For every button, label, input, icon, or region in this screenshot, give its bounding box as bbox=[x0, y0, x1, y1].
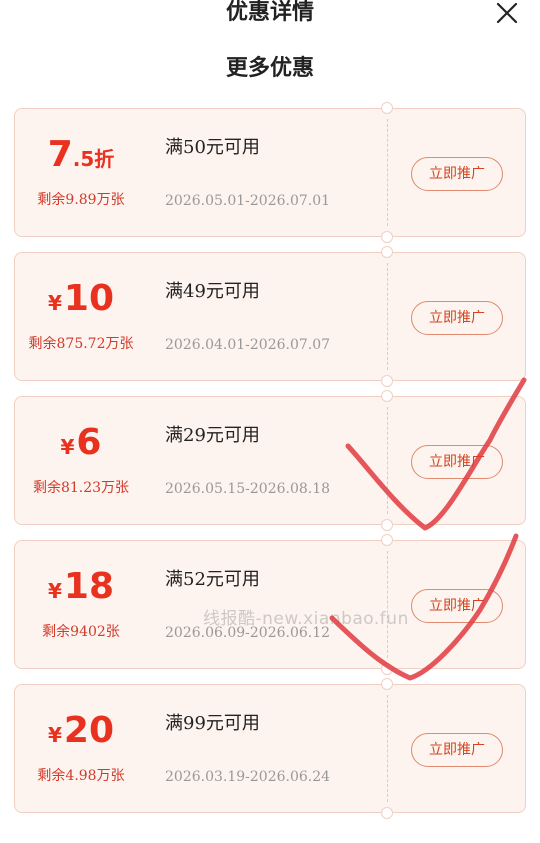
promote-button[interactable]: 立即推广 bbox=[411, 301, 503, 335]
close-button[interactable] bbox=[494, 1, 520, 25]
coupon-value-area: ¥18 剩余9402张 bbox=[15, 541, 147, 668]
watermark-text: 线报酷-new.xianbao.fun bbox=[203, 609, 409, 629]
promote-button[interactable]: 立即推广 bbox=[411, 589, 503, 623]
coupon-notch bbox=[381, 663, 393, 675]
coupon-notch bbox=[381, 807, 393, 819]
coupon-amount: ¥20 bbox=[15, 711, 147, 757]
coupon-value-area: 7.5折 剩余9.89万张 bbox=[15, 109, 147, 236]
promote-button[interactable]: 立即推广 bbox=[411, 733, 503, 767]
coupon-divider bbox=[387, 407, 388, 514]
coupon-notch bbox=[381, 102, 393, 114]
coupon-dates: 2026.05.01-2026.07.01 bbox=[165, 193, 331, 209]
coupon-remaining: 剩余875.72万张 bbox=[28, 336, 134, 352]
coupon-dates: 2026.05.15-2026.08.18 bbox=[165, 481, 331, 497]
coupon-card: ¥6 剩余81.23万张 满29元可用 2026.05.15-2026.08.1… bbox=[14, 390, 526, 531]
currency-symbol: ¥ bbox=[47, 579, 62, 603]
currency-symbol: ¥ bbox=[47, 291, 62, 315]
coupon-amount: ¥6 bbox=[15, 423, 147, 469]
coupon-dates: 2026.03.19-2026.06.24 bbox=[165, 769, 331, 785]
coupon-amount: ¥10 bbox=[15, 279, 147, 325]
coupon-card: ¥10 剩余875.72万张 满49元可用 2026.04.01-2026.07… bbox=[14, 246, 526, 387]
coupon-divider bbox=[387, 263, 388, 370]
coupon-remaining: 剩余9402张 bbox=[42, 624, 120, 640]
coupon-notch bbox=[381, 390, 393, 402]
currency-symbol: ¥ bbox=[47, 723, 62, 747]
coupon-condition: 满49元可用 bbox=[165, 281, 260, 302]
coupon-remaining: 剩余9.89万张 bbox=[37, 192, 125, 208]
coupon-dates: 2026.04.01-2026.07.07 bbox=[165, 337, 331, 353]
coupon-amount: 7.5折 bbox=[15, 135, 147, 181]
coupon-notch bbox=[381, 678, 393, 690]
coupon-amount-main: 18 bbox=[63, 566, 115, 607]
coupon-condition: 满52元可用 bbox=[165, 569, 260, 590]
coupon-amount: ¥18 bbox=[15, 567, 147, 613]
coupon-amount-main: 6 bbox=[76, 422, 102, 463]
coupon-value-area: ¥10 剩余875.72万张 bbox=[15, 253, 147, 380]
section-title: 更多优惠 bbox=[225, 56, 314, 81]
coupon-notch bbox=[381, 231, 393, 243]
coupon-amount-main: 7 bbox=[47, 134, 73, 175]
coupon-notch bbox=[381, 375, 393, 387]
coupon-condition: 满99元可用 bbox=[165, 713, 260, 734]
coupon-condition: 满50元可用 bbox=[165, 137, 260, 158]
close-icon bbox=[496, 2, 518, 24]
coupon-card: 7.5折 剩余9.89万张 满50元可用 2026.05.01-2026.07.… bbox=[14, 102, 526, 243]
coupon-list: 7.5折 剩余9.89万张 满50元可用 2026.05.01-2026.07.… bbox=[14, 102, 526, 828]
coupon-value-area: ¥6 剩余81.23万张 bbox=[15, 397, 147, 524]
coupon-notch bbox=[381, 534, 393, 546]
coupon-condition: 满29元可用 bbox=[165, 425, 260, 446]
coupon-notch bbox=[381, 246, 393, 258]
coupon-amount-main: 10 bbox=[63, 278, 115, 319]
page-title: 优惠详情 bbox=[225, 0, 314, 25]
coupon-remaining: 剩余4.98万张 bbox=[37, 768, 125, 784]
coupon-divider bbox=[387, 119, 388, 226]
coupon-amount-sub: .5折 bbox=[72, 147, 115, 171]
coupon-remaining: 剩余81.23万张 bbox=[32, 480, 130, 496]
promote-button[interactable]: 立即推广 bbox=[411, 445, 503, 479]
coupon-value-area: ¥20 剩余4.98万张 bbox=[15, 685, 147, 812]
currency-symbol: ¥ bbox=[60, 435, 75, 459]
promote-button[interactable]: 立即推广 bbox=[411, 157, 503, 191]
coupon-notch bbox=[381, 519, 393, 531]
coupon-amount-main: 20 bbox=[63, 710, 115, 751]
coupon-card: ¥20 剩余4.98万张 满99元可用 2026.03.19-2026.06.2… bbox=[14, 678, 526, 819]
coupon-divider bbox=[387, 695, 388, 802]
